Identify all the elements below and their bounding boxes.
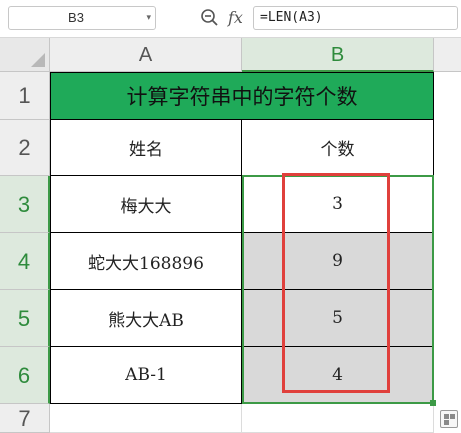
title-cell[interactable]: 计算字符串中的字符个数 (50, 72, 434, 120)
column-header-c[interactable] (434, 38, 461, 72)
row-header-6[interactable]: 6 (0, 347, 50, 404)
empty-cell-a7[interactable] (50, 404, 242, 433)
row-header-5[interactable]: 5 (0, 290, 50, 347)
quick-analysis-icon[interactable] (440, 410, 458, 428)
header-cell-name[interactable]: 姓名 (50, 120, 242, 176)
formula-bar: B3 ▾ fx =LEN(A3) (0, 0, 461, 38)
header-cell-count[interactable]: 个数 (242, 120, 434, 176)
fx-icon[interactable]: fx (228, 6, 243, 30)
name-cell-a6[interactable]: AB-1 (50, 347, 242, 404)
formula-text: =LEN(A3) (260, 10, 323, 25)
row-header-7[interactable]: 7 (0, 404, 50, 433)
select-all-corner[interactable] (0, 38, 50, 72)
column-header-a[interactable]: A (50, 38, 242, 72)
fill-handle[interactable] (430, 400, 436, 406)
name-box[interactable]: B3 ▾ (8, 6, 156, 30)
row-header-3[interactable]: 3 (0, 176, 50, 233)
count-cell-b6[interactable]: 4 (242, 347, 434, 404)
row-header-4[interactable]: 4 (0, 233, 50, 290)
row-header-2[interactable]: 2 (0, 120, 50, 176)
formula-input[interactable]: =LEN(A3) (253, 6, 458, 30)
column-header-b[interactable]: B (242, 38, 434, 72)
row-header-1[interactable]: 1 (0, 72, 50, 120)
count-cell-b3[interactable]: 3 (242, 176, 434, 233)
zoom-icon[interactable] (200, 8, 220, 28)
count-cell-b4[interactable]: 9 (242, 233, 434, 290)
name-cell-a3[interactable]: 梅大大 (50, 176, 242, 233)
corner-triangle-icon (31, 53, 45, 67)
name-box-value: B3 (68, 10, 84, 25)
name-cell-a4[interactable]: 蛇大大168896 (50, 233, 242, 290)
empty-cell-b7[interactable] (242, 404, 434, 433)
name-cell-a5[interactable]: 熊大大AB (50, 290, 242, 347)
dropdown-arrow-icon[interactable]: ▾ (146, 9, 151, 27)
count-cell-b5[interactable]: 5 (242, 290, 434, 347)
